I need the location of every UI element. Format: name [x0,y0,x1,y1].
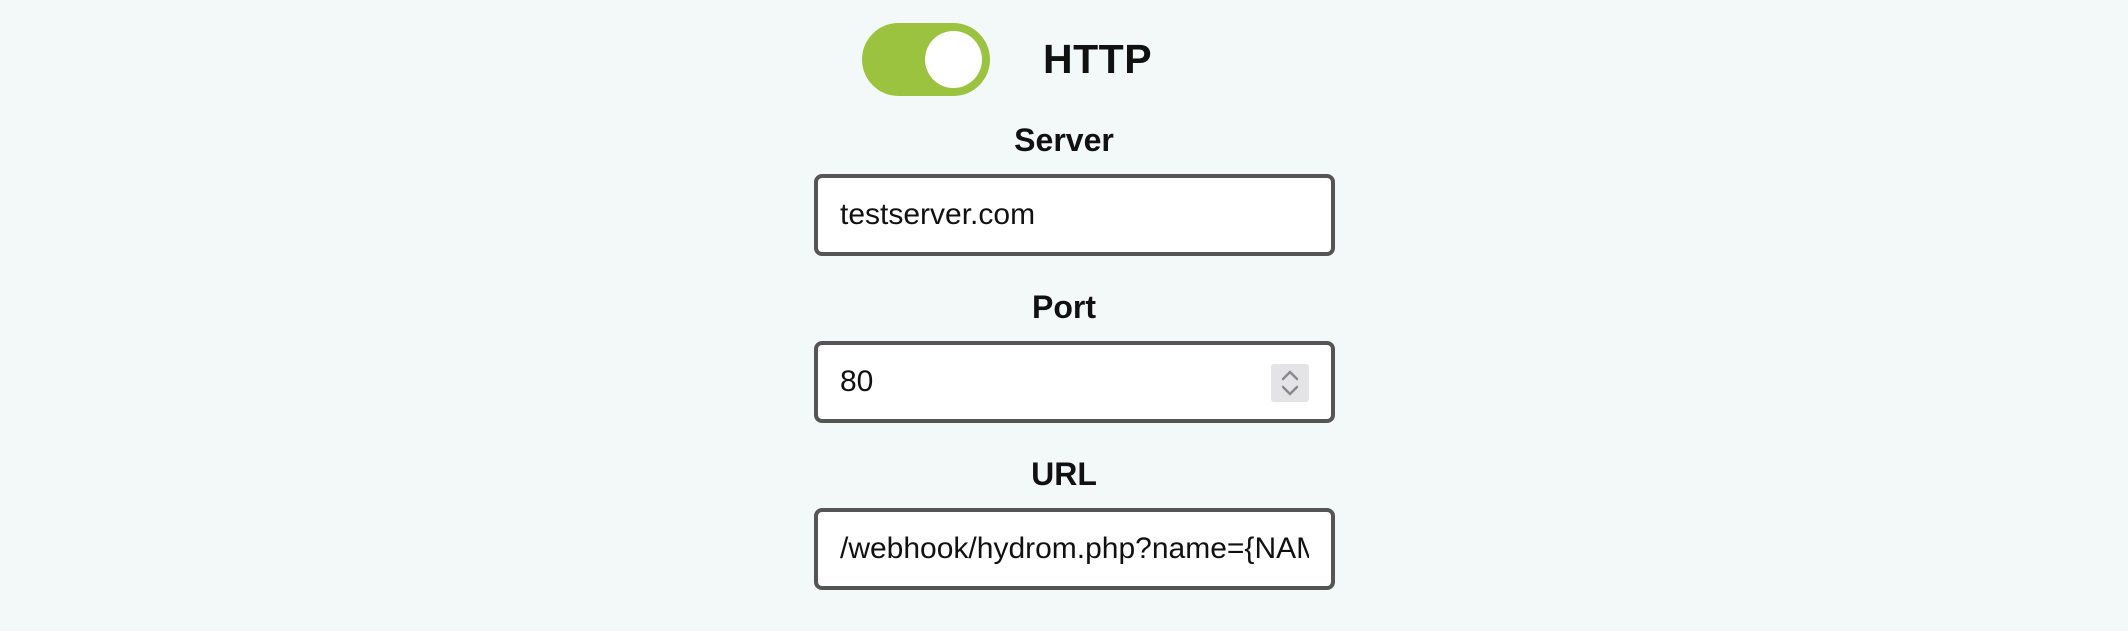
http-toggle[interactable] [862,23,990,96]
url-input[interactable] [818,512,1331,586]
http-toggle-row: HTTP [862,23,1152,96]
http-toggle-label: HTTP [1043,36,1153,82]
url-field [814,508,1335,590]
url-label: URL [1031,456,1097,492]
chevron-up-down-icon[interactable] [1271,364,1309,402]
port-label: Port [1032,289,1096,325]
server-input[interactable] [818,178,1331,252]
toggle-knob [925,31,982,88]
port-field [814,341,1335,423]
server-field [814,174,1335,256]
port-input[interactable] [818,345,1331,419]
server-label: Server [1014,122,1114,158]
